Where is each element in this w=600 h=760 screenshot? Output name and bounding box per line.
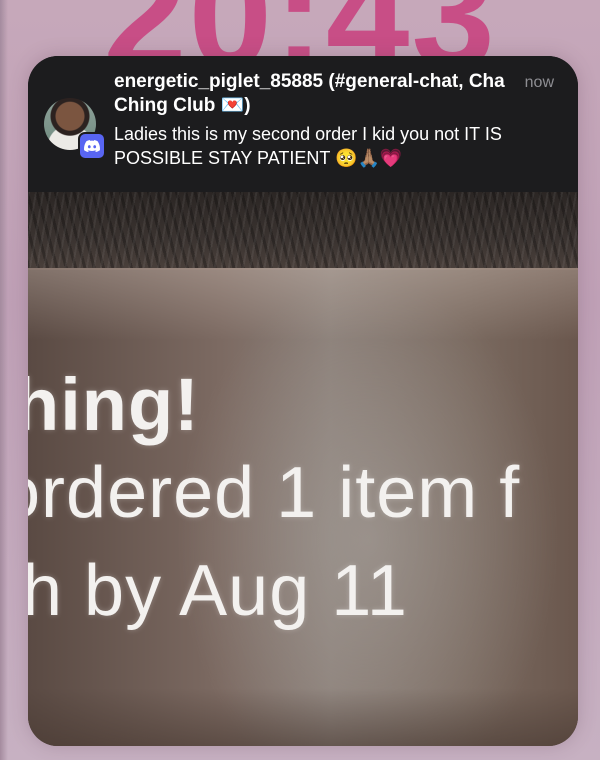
screen-edge bbox=[0, 0, 8, 760]
photo-text-line-3: h by Aug 11 bbox=[28, 551, 408, 631]
photo-text-line-1: hing! bbox=[28, 363, 200, 446]
photographed-screen: hing! ordered 1 item f h by Aug 11 bbox=[28, 268, 578, 746]
notification-header[interactable]: energetic_piglet_85885 (#general-chat, C… bbox=[28, 56, 578, 192]
photo-text-line-2: ordered 1 item f bbox=[28, 453, 521, 533]
photo-bottom-blur bbox=[28, 688, 578, 746]
screen-glare bbox=[28, 270, 578, 340]
notification-time: now bbox=[524, 74, 554, 91]
discord-icon bbox=[78, 132, 106, 160]
notification-message: Ladies this is my second order I kid you… bbox=[114, 124, 502, 168]
notification-card[interactable]: energetic_piglet_85885 (#general-chat, C… bbox=[28, 56, 578, 746]
photo-hair-area bbox=[28, 192, 578, 270]
notification-sender-title: energetic_piglet_85885 (#general-chat, C… bbox=[114, 71, 505, 116]
attached-image-preview[interactable]: hing! ordered 1 item f h by Aug 11 bbox=[28, 192, 578, 746]
